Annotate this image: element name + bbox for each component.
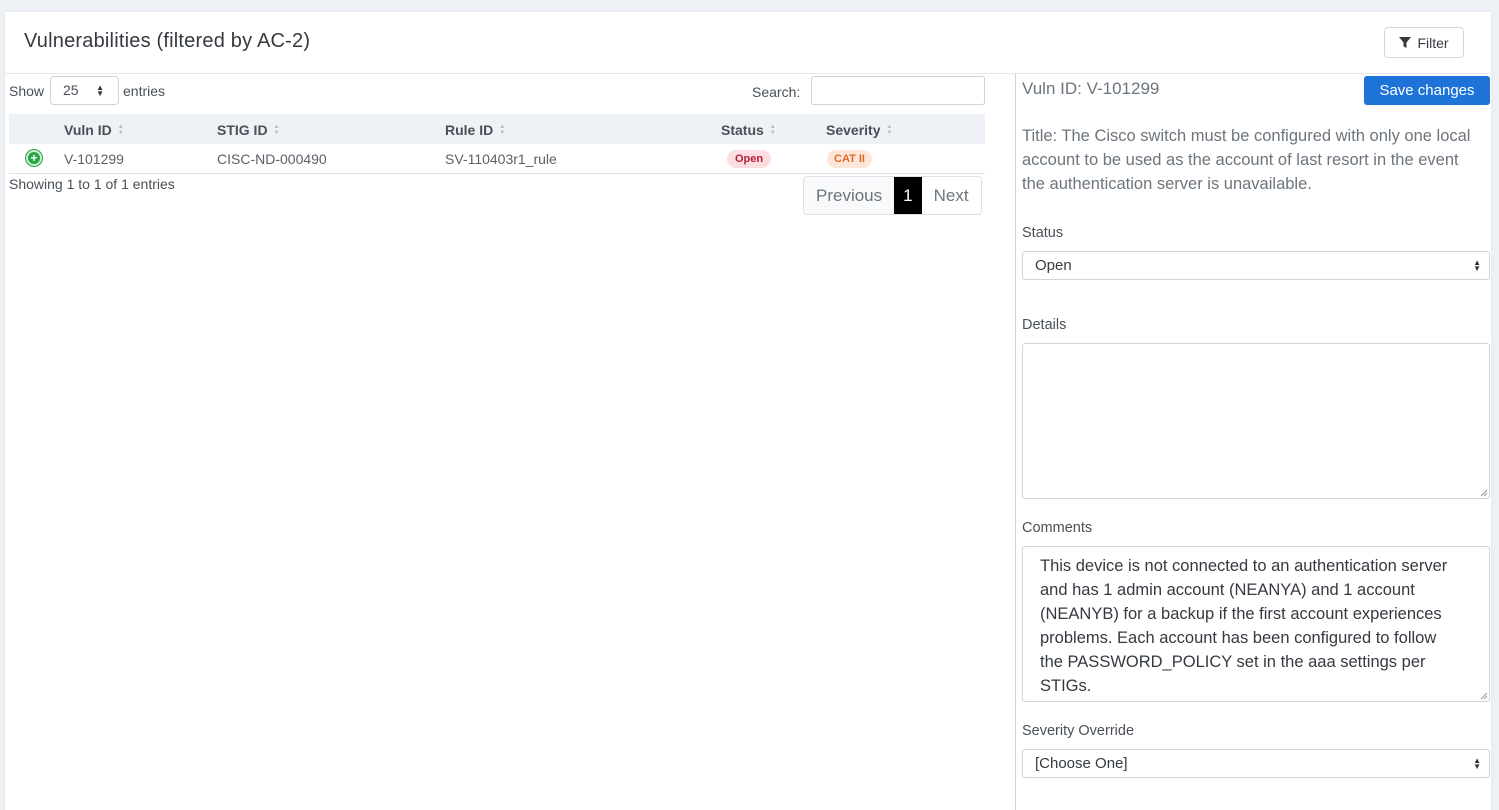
sort-icon: ▲ ▼ [886,124,893,136]
severity-override-label: Severity Override [1022,723,1135,739]
select-caret-icon: ▲ ▼ [1473,756,1481,771]
save-changes-button[interactable]: Save changes [1364,76,1490,105]
resize-grip-icon[interactable] [1480,692,1488,700]
status-select-value: Open [1035,257,1072,274]
details-textarea[interactable] [1022,343,1490,499]
column-header-status[interactable]: Status ▲ ▼ [721,122,776,138]
search-label: Search: [752,84,801,100]
sort-icon: ▲ ▼ [273,124,280,136]
vulnerability-table-panel: Show 25 ▲ ▼ entries Search: Vuln ID ▲ ▼ ST… [5,74,1015,810]
sort-icon: ▲ ▼ [499,124,506,136]
show-label: Show [9,83,45,99]
page-length-value: 25 [63,82,79,98]
resize-grip-icon[interactable] [1480,489,1488,497]
sort-icon: ▲ ▼ [769,124,776,136]
vuln-title: Title: The Cisco switch must be configur… [1022,127,1471,193]
detail-vuln-id: Vuln ID: V-101299 [1022,79,1160,98]
column-header-severity[interactable]: Severity ▲ ▼ [826,122,892,138]
column-header-stig-id[interactable]: STIG ID ▲ ▼ [217,122,280,138]
column-header-vuln-id[interactable]: Vuln ID ▲ ▼ [64,122,124,138]
page-length-select[interactable]: 25 ▲ ▼ [50,76,119,105]
filter-button[interactable]: Filter [1384,27,1464,58]
status-label: Status [1022,225,1064,241]
status-select[interactable]: Open ▲ ▼ [1022,251,1490,280]
severity-badge: CAT II [827,150,872,168]
sort-icon: ▲ ▼ [117,124,124,136]
table-info: Showing 1 to 1 of 1 entries [9,176,175,192]
entries-label: entries [123,83,166,99]
expand-row-icon[interactable]: + [26,150,42,166]
details-label: Details [1022,317,1067,333]
filter-icon [1399,36,1412,48]
cell-stig-id: CISC-ND-000490 [217,151,327,167]
vulnerability-detail-panel: Vuln ID: V-101299 Save changes Title: Th… [1015,74,1491,810]
pagination: Previous 1 Next [803,176,982,215]
column-header-rule-id[interactable]: Rule ID ▲ ▼ [445,122,505,138]
cell-vuln-id: V-101299 [64,151,124,167]
table-header: Vuln ID ▲ ▼ STIG ID ▲ ▼ Rule ID ▲ ▼ Status … [9,114,985,144]
comments-text: This device is not connected to an authe… [1040,557,1448,695]
severity-override-select[interactable]: [Choose One] ▲ ▼ [1022,749,1490,778]
page-1-button[interactable]: 1 [894,177,922,214]
filter-button-label: Filter [1417,34,1449,51]
select-caret-icon: ▲ ▼ [96,83,104,98]
card-header: Vulnerabilities (filtered by AC-2) Filte… [5,12,1491,74]
cell-rule-id: SV-110403r1_rule [445,151,557,167]
severity-override-value: [Choose One] [1035,755,1128,772]
next-page-button[interactable]: Next [921,177,981,214]
table-row[interactable]: + V-101299 CISC-ND-000490 SV-110403r1_ru… [9,144,985,174]
previous-page-button[interactable]: Previous [804,177,895,214]
page-title: Vulnerabilities (filtered by AC-2) [24,30,311,52]
status-badge: Open [727,150,772,168]
comments-label: Comments [1022,520,1093,536]
search-input[interactable] [811,76,985,105]
vulnerabilities-card: Vulnerabilities (filtered by AC-2) Filte… [5,12,1491,810]
select-caret-icon: ▲ ▼ [1473,258,1481,273]
comments-textarea[interactable]: This device is not connected to an authe… [1022,546,1490,702]
